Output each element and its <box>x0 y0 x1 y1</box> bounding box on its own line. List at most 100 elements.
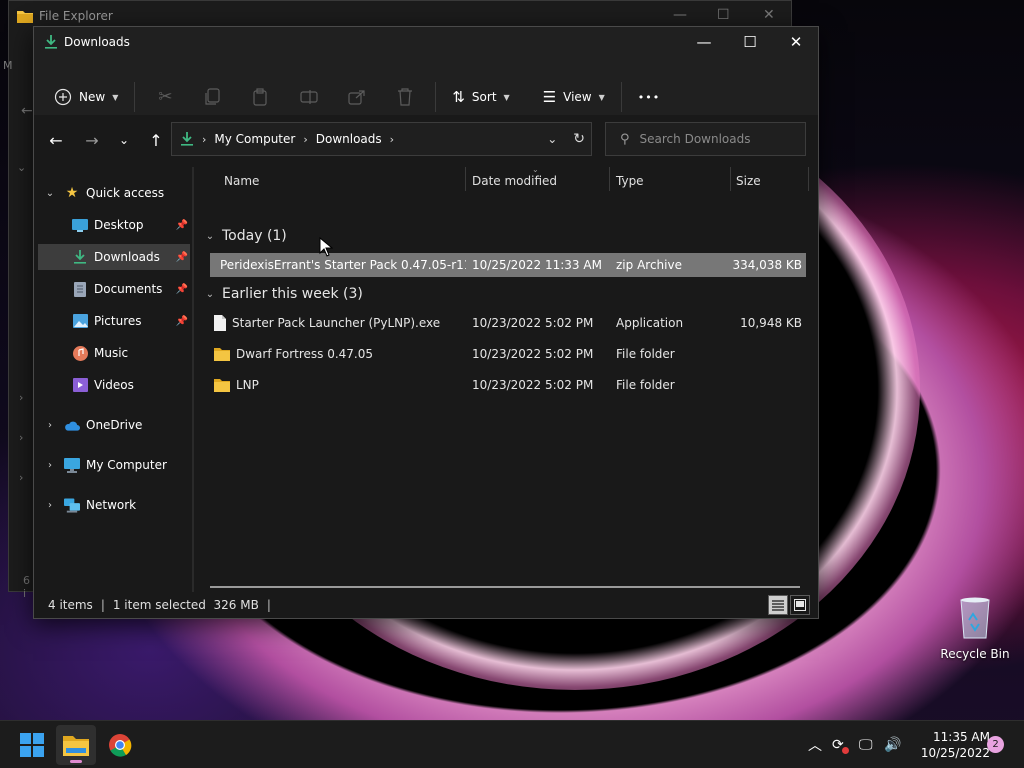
column-divider[interactable] <box>808 167 809 191</box>
cut-button[interactable]: ✂ <box>141 80 189 114</box>
recycle-bin-desktop-icon[interactable]: Recycle Bin <box>940 596 1010 661</box>
address-bar[interactable]: › My Computer › Downloads › ⌄ ↻ <box>171 122 592 156</box>
sidebar-item-downloads[interactable]: Downloads 📌 <box>38 244 190 270</box>
details-view-button[interactable] <box>768 595 788 615</box>
music-icon <box>72 345 88 361</box>
status-separator: | <box>266 598 271 612</box>
new-button[interactable]: New ▼ <box>44 80 128 114</box>
group-header-earlier-this-week[interactable]: ⌄ Earlier this week (3) <box>204 283 363 305</box>
rename-button[interactable] <box>285 80 333 114</box>
chevron-down-icon[interactable]: ⌄ <box>42 188 58 199</box>
address-history-dropdown[interactable]: ⌄ <box>547 132 557 146</box>
breadcrumb-separator-icon[interactable]: › <box>390 133 394 146</box>
background-window-edge: M ← ⌄ › › › 6 i <box>3 31 35 600</box>
sidebar-item-label: OneDrive <box>86 418 143 432</box>
taskbar-chrome[interactable] <box>100 725 140 765</box>
group-header-today[interactable]: ⌄ Today (1) <box>204 225 287 247</box>
sidebar-item-music[interactable]: Music <box>38 340 190 366</box>
background-maximize-button[interactable]: ☐ <box>717 7 730 23</box>
background-minimize-button[interactable]: — <box>673 7 687 23</box>
up-button[interactable]: ↑ <box>140 125 172 155</box>
background-close-button[interactable]: ✕ <box>763 7 775 23</box>
show-hidden-icons-button[interactable]: ︿ <box>808 721 822 768</box>
sidebar-item-network[interactable]: › Network <box>38 492 190 518</box>
start-button[interactable] <box>12 725 52 765</box>
volume-button[interactable]: 🔊 <box>884 721 901 768</box>
chevron-right-icon[interactable]: › <box>19 391 23 404</box>
column-header-name[interactable]: Name <box>224 169 464 193</box>
sort-button[interactable]: ⇅ Sort ▼ <box>442 80 519 114</box>
column-header-size[interactable]: Size <box>736 169 806 193</box>
delete-button[interactable] <box>381 80 429 114</box>
file-row[interactable]: Dwarf Fortress 0.47.05 10/23/2022 5:02 P… <box>210 342 806 366</box>
downloads-window[interactable]: Downloads — ☐ ✕ New ▼ ✂ ⇅ Sort ▼ ☰ View … <box>33 26 819 619</box>
scissors-icon: ✂ <box>158 87 173 107</box>
sidebar-item-desktop[interactable]: Desktop 📌 <box>38 212 190 238</box>
window-titlebar[interactable]: Downloads — ☐ ✕ <box>34 27 818 57</box>
file-row[interactable]: Z PeridexisErrant's Starter Pack 0.47.05… <box>210 253 806 277</box>
sidebar-item-pictures[interactable]: Pictures 📌 <box>38 308 190 334</box>
sidebar-item-documents[interactable]: Documents 📌 <box>38 276 190 302</box>
breadcrumb-downloads[interactable]: Downloads <box>316 132 382 146</box>
chevron-right-icon[interactable]: › <box>42 500 58 511</box>
network-status-button[interactable]: 🖵 <box>859 721 873 768</box>
pin-icon[interactable]: 📌 <box>176 252 188 263</box>
column-divider[interactable] <box>730 167 731 191</box>
column-header-type[interactable]: Type <box>616 169 730 193</box>
toolbar-divider <box>620 82 622 112</box>
file-row[interactable]: Starter Pack Launcher (PyLNP).exe 10/23/… <box>210 311 806 335</box>
clock[interactable]: 11:35 AM 10/25/2022 <box>906 729 990 761</box>
sidebar-item-onedrive[interactable]: › OneDrive <box>38 412 190 438</box>
search-input[interactable] <box>639 132 790 146</box>
horizontal-scrollbar[interactable] <box>210 586 800 588</box>
breadcrumb-separator-icon[interactable]: › <box>202 133 206 146</box>
toolbar-divider <box>134 82 136 112</box>
download-icon <box>181 132 193 146</box>
maximize-button[interactable]: ☐ <box>727 27 773 57</box>
navigation-pane-splitter[interactable] <box>192 167 194 592</box>
tiles-view-button[interactable] <box>790 595 810 615</box>
videos-icon <box>72 377 88 393</box>
back-arrow-icon: ← <box>49 130 63 150</box>
pin-icon[interactable]: 📌 <box>176 284 188 295</box>
notification-badge[interactable]: 2 <box>987 736 1004 753</box>
chevron-down-icon[interactable]: ⌄ <box>204 231 216 242</box>
refresh-button[interactable]: ↻ <box>573 131 585 147</box>
chevron-right-icon[interactable]: › <box>19 431 23 444</box>
back-arrow-icon[interactable]: ← <box>21 103 33 119</box>
pin-icon[interactable]: 📌 <box>176 316 188 327</box>
forward-button[interactable]: → <box>76 125 108 155</box>
column-divider[interactable] <box>465 167 466 191</box>
breadcrumb-my-computer[interactable]: My Computer <box>214 132 295 146</box>
taskbar-file-explorer[interactable] <box>56 725 96 765</box>
breadcrumb-separator-icon[interactable]: › <box>303 133 307 146</box>
pin-icon[interactable]: 📌 <box>176 220 188 231</box>
minimize-button[interactable]: — <box>681 27 727 57</box>
more-options-button[interactable]: ••• <box>628 80 670 114</box>
chevron-right-icon[interactable]: › <box>42 420 58 431</box>
chevron-down-icon[interactable]: ⌄ <box>17 161 26 174</box>
chevron-down-icon[interactable]: ⌄ <box>204 289 216 300</box>
sync-status-button[interactable]: ⟳ <box>832 721 849 768</box>
close-button[interactable]: ✕ <box>773 27 819 57</box>
paste-button[interactable] <box>237 80 285 114</box>
background-side-text: M <box>3 59 13 72</box>
share-button[interactable] <box>333 80 381 114</box>
chevron-down-icon: ⌄ <box>118 133 130 147</box>
sidebar-item-videos[interactable]: Videos <box>38 372 190 398</box>
sidebar-item-my-computer[interactable]: › My Computer <box>38 452 190 478</box>
sidebar-item-quick-access[interactable]: ⌄ ★ Quick access <box>38 180 190 206</box>
back-button[interactable]: ← <box>40 125 72 155</box>
recent-locations-button[interactable]: ⌄ <box>108 125 140 155</box>
chevron-down-icon: ▼ <box>112 92 119 102</box>
column-header-date-modified[interactable]: Date modified <box>472 169 610 193</box>
folder-icon <box>214 379 230 392</box>
file-name: Starter Pack Launcher (PyLNP).exe <box>232 316 441 330</box>
column-divider[interactable] <box>609 167 610 191</box>
chevron-right-icon[interactable]: › <box>42 460 58 471</box>
file-row[interactable]: LNP 10/23/2022 5:02 PM File folder <box>210 373 806 397</box>
view-button[interactable]: ☰ View ▼ <box>533 80 615 114</box>
copy-button[interactable] <box>189 80 237 114</box>
search-box[interactable]: ⚲ <box>605 122 806 156</box>
chevron-right-icon[interactable]: › <box>19 471 23 484</box>
